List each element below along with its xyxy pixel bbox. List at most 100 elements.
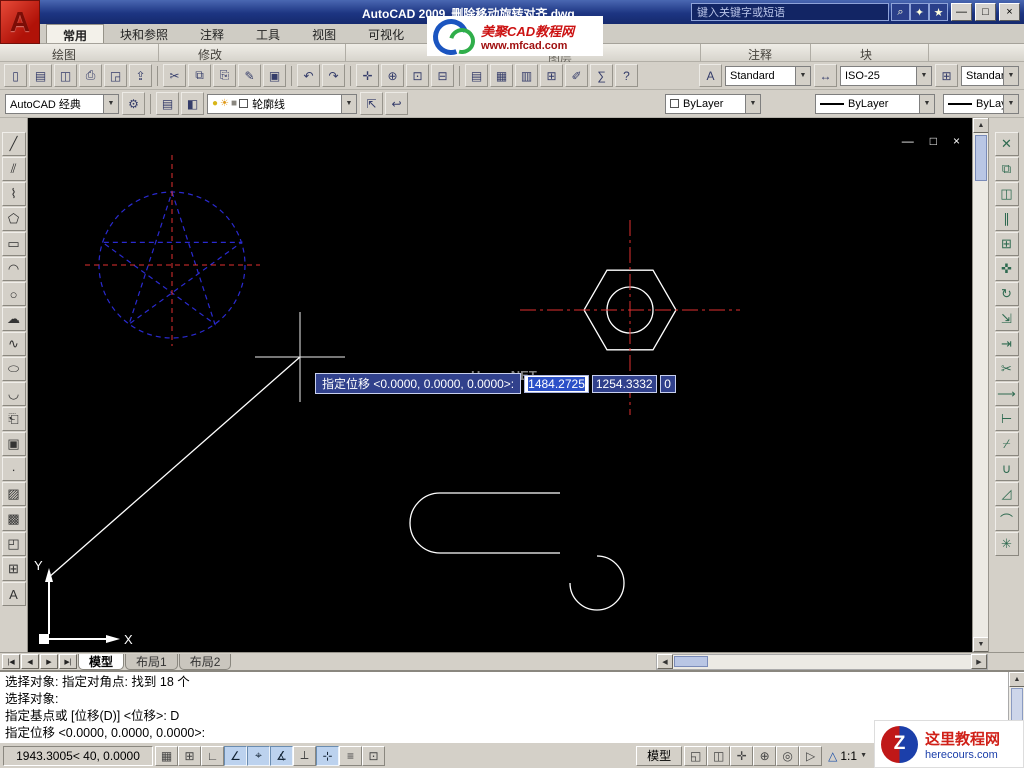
vscroll-track[interactable] — [973, 133, 988, 637]
stretch-icon[interactable]: ⇥ — [995, 332, 1019, 356]
lineweight-select[interactable]: ByLayer▼ — [943, 94, 1019, 114]
tab-annotate[interactable]: 注释 — [184, 24, 240, 43]
canvas-vertical-scrollbar[interactable]: ▲ ▼ — [972, 118, 988, 652]
hatch-icon[interactable]: ▨ — [2, 482, 26, 506]
scroll-up-icon[interactable]: ▲ — [973, 118, 989, 133]
chevron-down-icon[interactable]: ▼ — [795, 67, 810, 85]
move-icon[interactable]: ✜ — [995, 257, 1019, 281]
maximize-button[interactable]: □ — [975, 3, 996, 21]
hscroll-thumb[interactable] — [674, 656, 708, 667]
doc-minimize-icon[interactable]: — — [902, 134, 914, 148]
make-block-icon[interactable]: ▣ — [2, 432, 26, 456]
dyn-toggle[interactable]: ⊹ — [316, 746, 339, 766]
tab-visualize[interactable]: 可视化 — [352, 24, 420, 43]
save-icon[interactable]: ◫ — [54, 64, 77, 87]
layout-nav-button[interactable]: ◀ — [21, 654, 39, 669]
tab-layout2[interactable]: 布局2 — [179, 654, 232, 670]
chevron-down-icon[interactable]: ▼ — [916, 67, 931, 85]
break-icon[interactable]: ⌿ — [995, 432, 1019, 456]
mtext-icon[interactable]: A — [2, 582, 26, 606]
array-icon[interactable]: ⊞ — [995, 232, 1019, 256]
zoom-status-icon[interactable]: ⊕ — [753, 746, 776, 766]
cut-icon[interactable]: ✂ — [163, 64, 186, 87]
quickcalc-icon[interactable]: ∑ — [590, 64, 613, 87]
layout-nav-button[interactable]: ▶ — [40, 654, 58, 669]
workspace-select[interactable]: AutoCAD 经典▼ — [5, 94, 119, 114]
qnew-icon[interactable]: ▯ — [4, 64, 27, 87]
gradient-icon[interactable]: ▩ — [2, 507, 26, 531]
dim-style-icon[interactable]: ↔ — [814, 64, 837, 87]
hscroll-track[interactable] — [673, 655, 971, 668]
text-style-icon[interactable]: A — [699, 64, 722, 87]
chamfer-icon[interactable]: ◿ — [995, 482, 1019, 506]
spline-icon[interactable]: ∿ — [2, 332, 26, 356]
polar-toggle[interactable]: ∠ — [224, 746, 247, 766]
search-icon[interactable]: ⌕ — [891, 3, 910, 21]
rotate-icon[interactable]: ↻ — [995, 282, 1019, 306]
tab-layout1[interactable]: 布局1 — [125, 654, 178, 670]
chevron-down-icon[interactable]: ▼ — [1003, 67, 1018, 85]
quick-properties-toggle[interactable]: ⊡ — [362, 746, 385, 766]
region-icon[interactable]: ◰ — [2, 532, 26, 556]
plot-preview-icon[interactable]: ◲ — [104, 64, 127, 87]
tab-blocks[interactable]: 块和参照 — [104, 24, 184, 43]
scroll-up-icon[interactable]: ▲ — [1009, 672, 1024, 687]
tab-tools[interactable]: 工具 — [240, 24, 296, 43]
panel-block[interactable]: 块 — [860, 46, 872, 63]
pan-icon[interactable]: ✛ — [356, 64, 379, 87]
copy-clip-icon[interactable]: ⧉ — [188, 64, 211, 87]
layout-nav-button[interactable]: ▶| — [59, 654, 77, 669]
snap-toggle[interactable]: ▦ — [155, 746, 178, 766]
lineweight-toggle[interactable]: ≡ — [339, 746, 362, 766]
break-at-point-icon[interactable]: ⊢ — [995, 407, 1019, 431]
mirror-icon[interactable]: ◫ — [995, 182, 1019, 206]
dynamic-input-y[interactable]: 1254.3332 — [592, 375, 657, 393]
layer-select[interactable]: ● ☀ ■ 轮廓线 ▼ — [207, 94, 357, 114]
tool-palettes-icon[interactable]: ▥ — [515, 64, 538, 87]
erase-icon[interactable]: ✕ — [995, 132, 1019, 156]
search-input[interactable]: 键入关键字或短语 — [691, 3, 889, 21]
properties-icon[interactable]: ▤ — [465, 64, 488, 87]
help-icon[interactable]: ? — [615, 64, 638, 87]
table-style-icon[interactable]: ⊞ — [935, 64, 958, 87]
publish-icon[interactable]: ⇪ — [129, 64, 152, 87]
tab-model[interactable]: 模型 — [78, 654, 124, 670]
table-icon[interactable]: ⊞ — [2, 557, 26, 581]
sheet-set-manager-icon[interactable]: ⊞ — [540, 64, 563, 87]
join-icon[interactable]: ∪ — [995, 457, 1019, 481]
scroll-left-icon[interactable]: ◀ — [657, 654, 673, 669]
scroll-right-icon[interactable]: ▶ — [971, 654, 987, 669]
text-style-select[interactable]: Standard▼ — [725, 66, 811, 86]
explode-icon[interactable]: ✳ — [995, 532, 1019, 556]
make-layer-current-button[interactable]: ⇱ — [360, 92, 383, 115]
zoom-realtime-icon[interactable]: ⊕ — [381, 64, 404, 87]
annotation-scale[interactable]: △ 1:1 ▼ — [824, 746, 871, 766]
plot-icon[interactable]: ⎙ — [79, 64, 102, 87]
open-icon[interactable]: ▤ — [29, 64, 52, 87]
circle-icon[interactable]: ○ — [2, 282, 26, 306]
chevron-down-icon[interactable]: ▼ — [860, 752, 867, 759]
tab-home[interactable]: 常用 — [46, 24, 104, 43]
panel-annotate[interactable]: 注释 — [748, 46, 772, 63]
layer-states-button[interactable]: ◧ — [181, 92, 204, 115]
doc-restore-icon[interactable]: □ — [930, 134, 937, 148]
layer-previous-button[interactable]: ↩ — [385, 92, 408, 115]
markup-icon[interactable]: ✐ — [565, 64, 588, 87]
match-properties-icon[interactable]: ✎ — [238, 64, 261, 87]
linetype-select[interactable]: ByLayer▼ — [815, 94, 935, 114]
insert-block-icon[interactable]: ⎗ — [2, 407, 26, 431]
color-select[interactable]: ByLayer▼ — [665, 94, 761, 114]
dim-style-select[interactable]: ISO-25▼ — [840, 66, 932, 86]
line-icon[interactable]: ╱ — [2, 132, 26, 156]
chevron-down-icon[interactable]: ▼ — [745, 95, 760, 113]
block-editor-icon[interactable]: ▣ — [263, 64, 286, 87]
polyline-icon[interactable]: ⌇ — [2, 182, 26, 206]
redo-icon[interactable]: ↷ — [322, 64, 345, 87]
quick-view-drawings-icon[interactable]: ◫ — [707, 746, 730, 766]
vscroll-thumb[interactable] — [975, 135, 987, 181]
fillet-icon[interactable]: ⌒ — [995, 507, 1019, 531]
scroll-down-icon[interactable]: ▼ — [973, 637, 989, 652]
paste-icon[interactable]: ⎘ — [213, 64, 236, 87]
ortho-toggle[interactable]: ∟ — [201, 746, 224, 766]
panel-draw[interactable]: 绘图 — [52, 46, 76, 63]
